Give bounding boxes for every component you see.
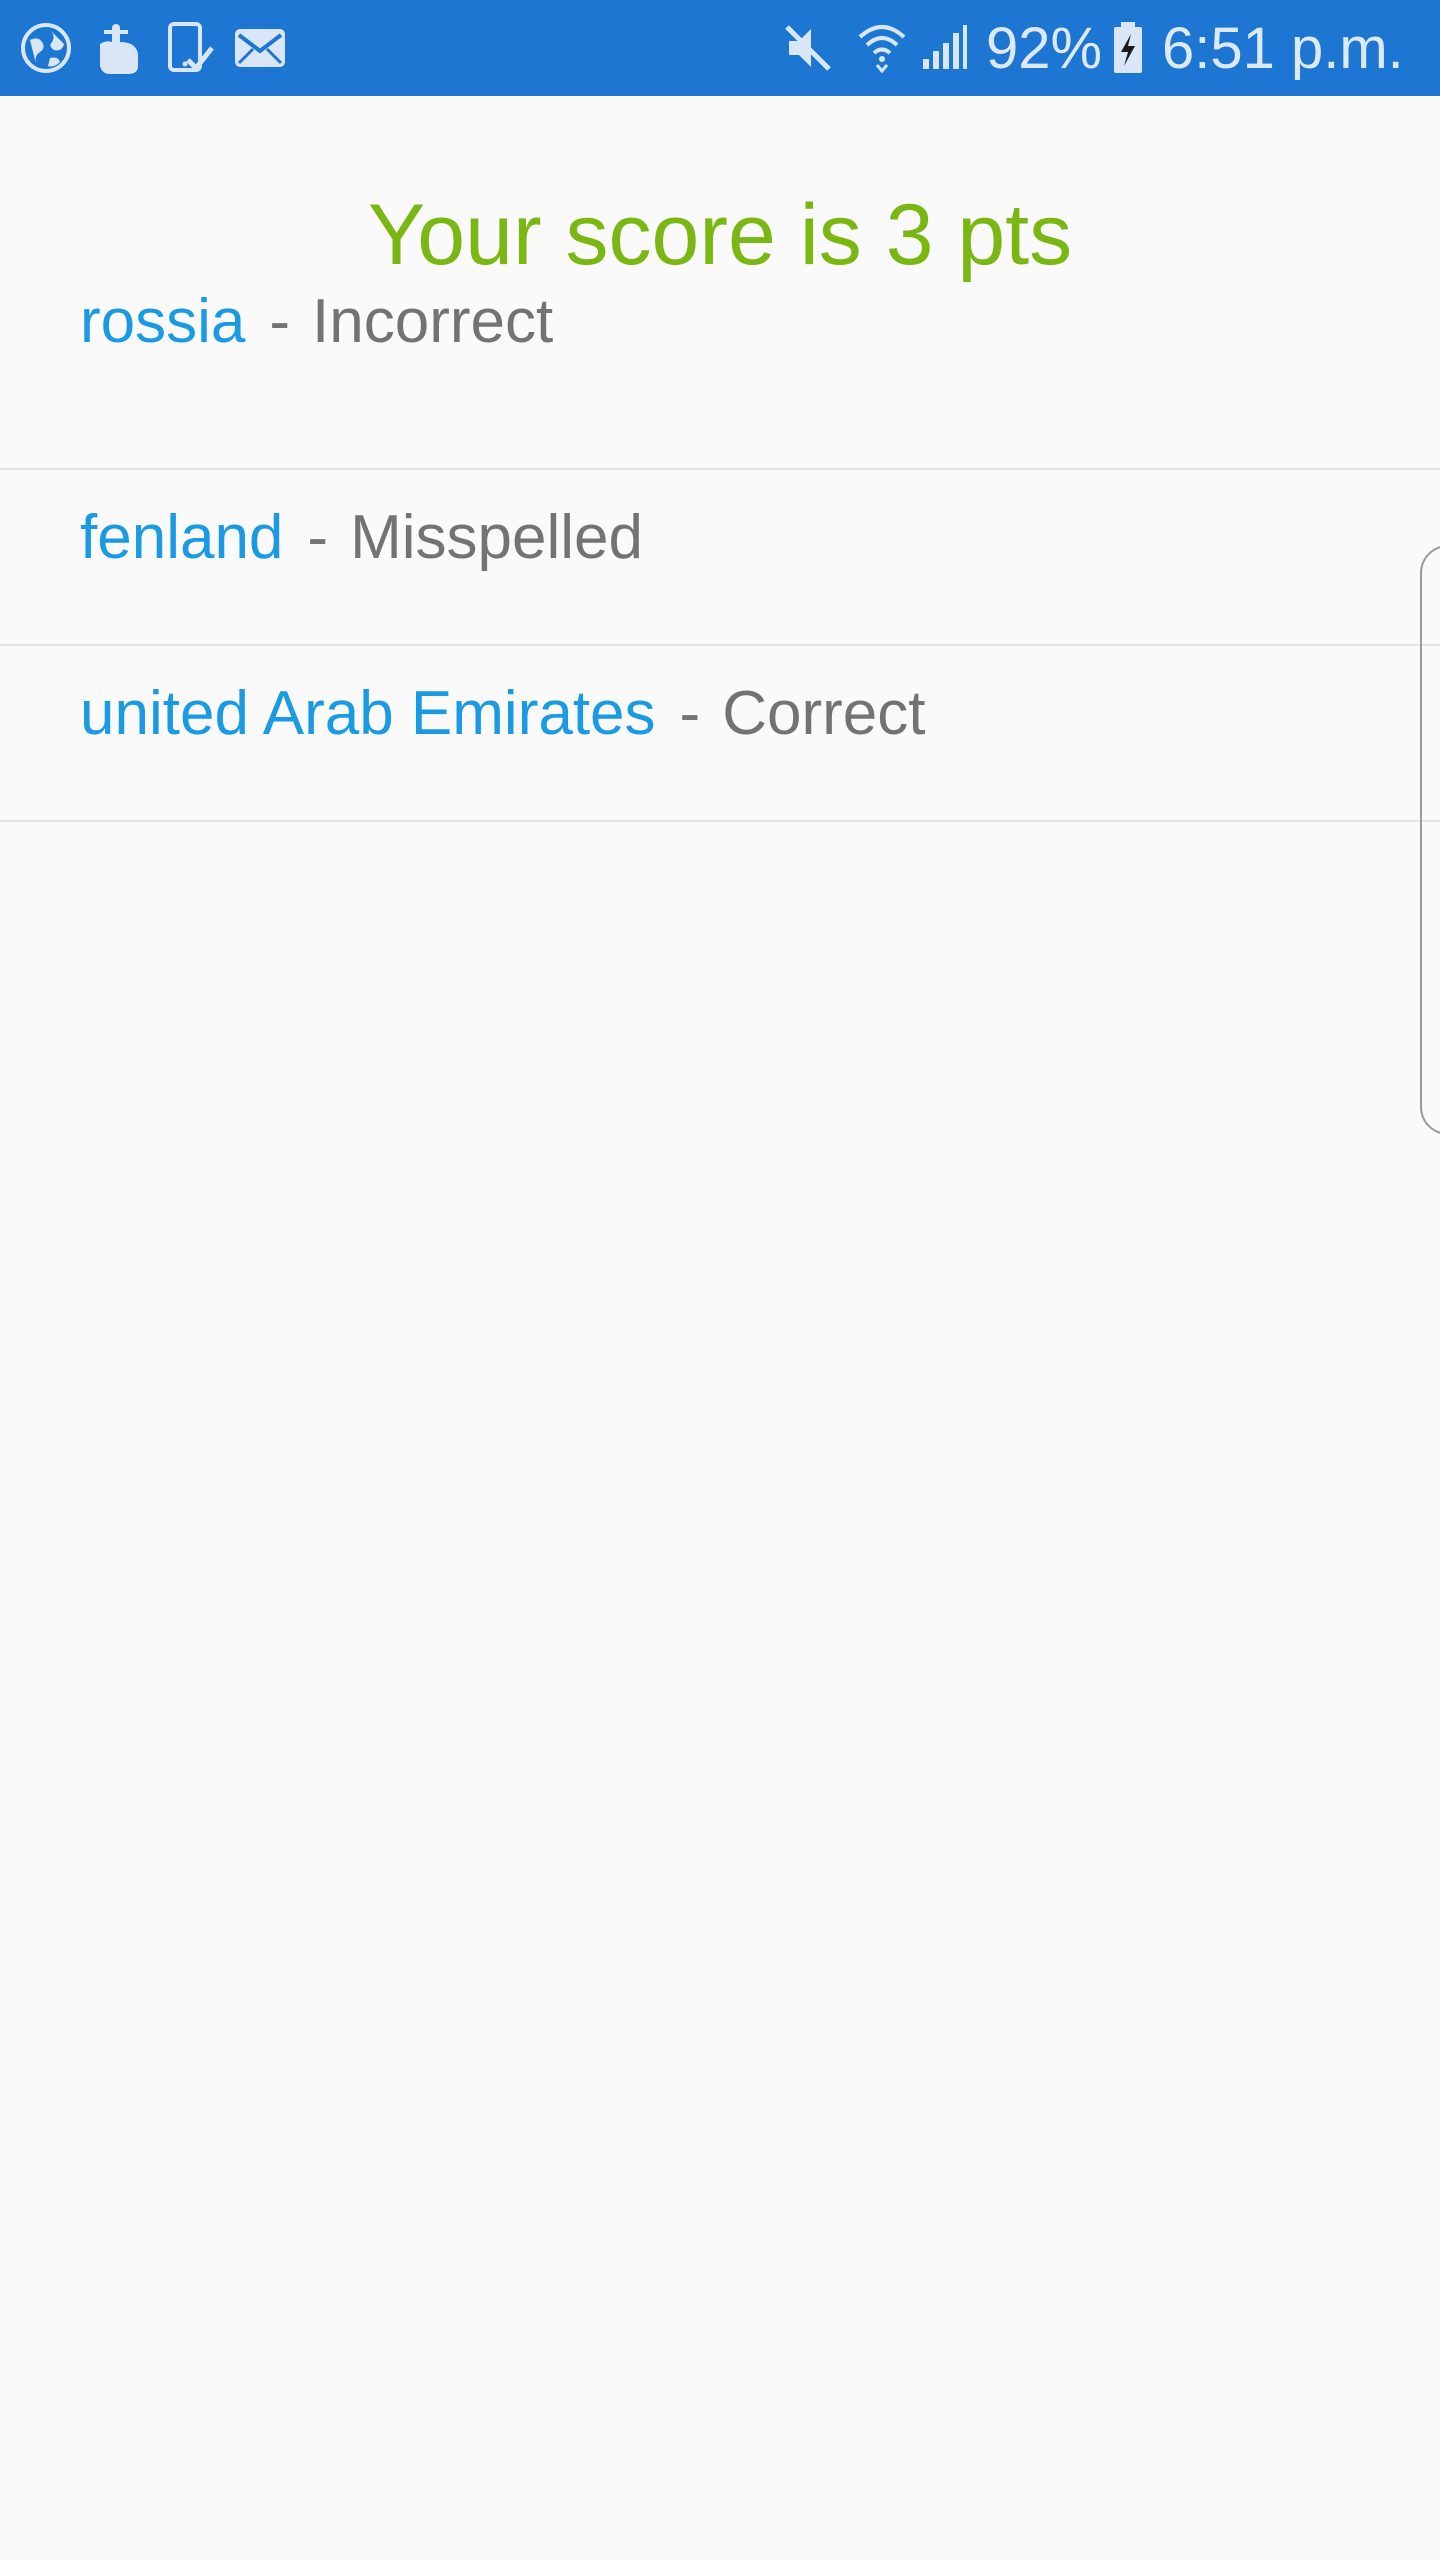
battery-percentage: 92% [986,15,1103,81]
mute-icon [780,0,836,96]
edge-panel-handle[interactable] [1420,545,1440,1135]
result-item-content: united Arab Emirates - Correct [80,674,925,754]
result-item-content: fenland - Misspelled [80,498,643,578]
globe-icon [16,0,76,96]
list-item[interactable]: rossia - Incorrect [0,287,1440,470]
answer-text: fenland [80,503,284,572]
separator-text: - [679,679,701,748]
answer-text: united Arab Emirates [80,679,656,748]
status-bar: 92% 6:51 p.m. [0,0,1440,96]
separator-text: - [307,503,329,572]
list-item[interactable]: fenland - Misspelled [0,470,1440,646]
list-item[interactable]: united Arab Emirates - Correct [0,646,1440,822]
clock-time: 6:51 p.m. [1162,15,1404,81]
battery-charging-icon [1108,0,1148,96]
verdict-text: Incorrect [312,287,554,356]
result-item-content: rossia - Incorrect [80,282,553,362]
results-list: rossia - Incorrect fenland - Misspelled unit… [0,287,1440,822]
tablet-check-icon [162,0,218,96]
touch-hand-icon [88,0,148,96]
verdict-text: Misspelled [350,503,643,572]
verdict-text: Correct [722,679,926,748]
mail-icon [230,0,290,96]
answer-text: rossia [80,287,246,356]
score-title: Your score is 3 pts [367,187,1073,283]
separator-text: - [269,287,291,356]
wifi-icon [854,0,910,96]
signal-icon [916,0,972,96]
